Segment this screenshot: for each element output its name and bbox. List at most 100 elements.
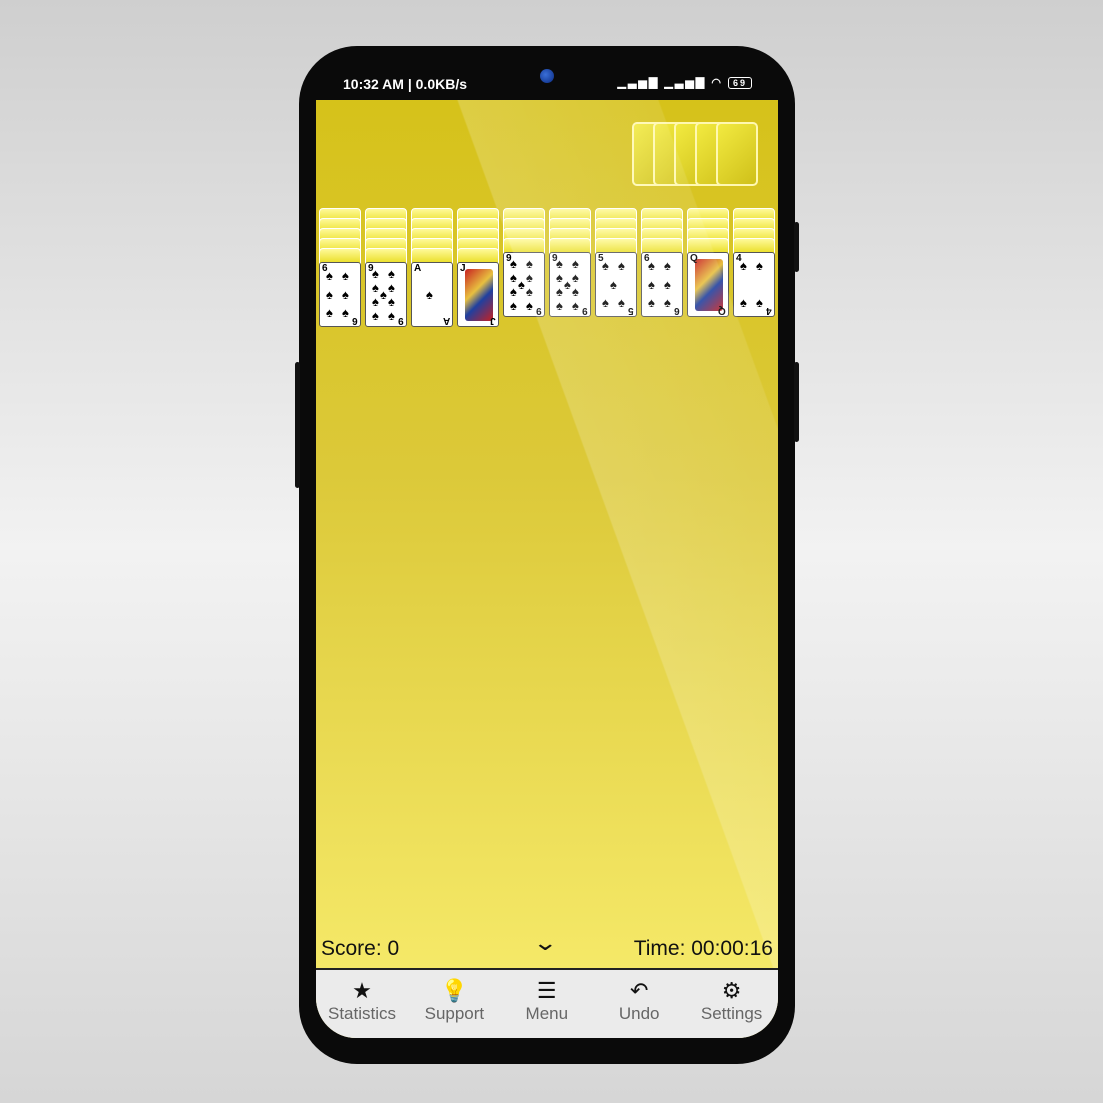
spade-pip: ♠	[510, 297, 517, 313]
spade-pip: ♠	[326, 286, 333, 302]
card-rank: 4	[736, 253, 742, 264]
stock-card[interactable]	[716, 122, 758, 186]
spade-pip: ♠	[342, 286, 349, 302]
nav-label: Support	[424, 1004, 485, 1023]
card-rank: Q	[718, 305, 726, 316]
spade-pip: ♠	[664, 257, 671, 273]
battery-icon: 69	[727, 77, 752, 89]
spade-pip: ♠	[664, 276, 671, 292]
card-rank: 6	[352, 315, 358, 326]
face-up-card[interactable]: ♠ ♠ ♠ ♠ ♠ ♠ 6 6	[641, 252, 683, 317]
face-up-card[interactable]: QQ	[687, 252, 729, 317]
nav-statistics-button[interactable]: ★ Statistics	[316, 978, 408, 1024]
spade-pip: ♠	[526, 256, 533, 272]
face-up-card[interactable]: ♠ ♠ ♠ ♠ ♠ ♠ 6 6	[319, 262, 361, 327]
card-rank: 9	[552, 253, 558, 264]
face-up-card[interactable]: JJ	[457, 262, 499, 327]
side-button	[794, 362, 799, 442]
card-rank: A	[442, 315, 450, 326]
undo-icon: ↶	[629, 978, 649, 1003]
card-rank: 9	[536, 305, 542, 316]
side-button	[794, 222, 799, 272]
star-icon: ★	[352, 978, 372, 1003]
face-up-card[interactable]: ♠ ♠ ♠ ♠ ♠ ♠ ♠ ♠ ♠ 9 9	[365, 262, 407, 327]
spade-pip: ♠	[388, 294, 395, 310]
signal-icon: ▁▃▅▇ ▁▃▅▇	[617, 77, 707, 89]
camera	[540, 69, 554, 83]
card-rank: 6	[674, 305, 680, 316]
card-rank: 4	[766, 305, 772, 316]
face-up-card[interactable]: ♠ A A	[411, 262, 453, 327]
spade-pip: ♠	[372, 280, 379, 296]
spade-pip: ♠	[556, 270, 563, 286]
spade-pip: ♠	[756, 257, 763, 273]
spade-pip: ♠	[326, 305, 333, 321]
spade-pip: ♠	[342, 305, 349, 321]
nav-undo-button[interactable]: ↶ Undo	[593, 978, 685, 1024]
spade-pip: ♠	[526, 297, 533, 313]
face-up-card[interactable]: ♠ ♠ ♠ ♠ ♠ 5 5	[595, 252, 637, 317]
game-board[interactable]: ♠ ♠ ♠ ♠ ♠ ♠ 6 6 ♠ ♠ ♠ ♠ ♠ ♠ ♠ ♠ ♠ 9 9 ♠ A A J J ♠ ♠ ♠ ♠ ♠ ♠ ♠ ♠ ♠ 9 9 ♠ ♠ ♠ ♠ ♠…	[316, 100, 778, 1038]
status-time: 10:32 AM | 0.0KB/s	[343, 76, 468, 92]
spade-pip: ♠	[602, 295, 609, 311]
card-rank: 9	[398, 315, 404, 326]
chevron-down-icon[interactable]: ⌄	[532, 930, 558, 956]
spade-pip: ♠	[740, 295, 747, 311]
nav-label: Settings	[700, 1004, 763, 1023]
card-rank: Q	[690, 253, 698, 264]
nav-support-button[interactable]: 💡 Support	[408, 978, 500, 1024]
spade-pip: ♠	[648, 276, 655, 292]
face-up-card[interactable]: ♠ ♠ ♠ ♠ 4 4	[733, 252, 775, 317]
spade-pip: ♠	[526, 270, 533, 286]
face-up-card[interactable]: ♠ ♠ ♠ ♠ ♠ ♠ ♠ ♠ ♠ 9 9	[503, 252, 545, 317]
spade-pip: ♠	[756, 295, 763, 311]
spade-pip: ♠	[572, 284, 579, 300]
spade-pip: ♠	[518, 276, 525, 292]
bottom-nav: ★ Statistics 💡 Support ☰ Menu ↶ Undo ⚙ Settings	[316, 968, 778, 1038]
nav-label: Undo	[618, 1004, 660, 1023]
card-rank: 9	[582, 305, 588, 316]
card-rank: 5	[598, 253, 604, 264]
spade-pip: ♠	[556, 297, 563, 313]
lightbulb-icon: 💡	[440, 978, 469, 1003]
spade-pip: ♠	[664, 295, 671, 311]
face-card-art	[695, 259, 723, 311]
spade-pip: ♠	[610, 276, 617, 292]
spade-pip: ♠	[510, 270, 517, 286]
card-rank: J	[460, 263, 466, 274]
side-button	[295, 362, 300, 488]
time-label: Time: 00:00:16	[633, 937, 773, 960]
score-label: Score: 0	[321, 937, 400, 960]
spade-pip: ♠	[572, 297, 579, 313]
spade-pip: ♠	[388, 280, 395, 296]
nav-settings-button[interactable]: ⚙ Settings	[686, 978, 778, 1024]
card-rank: J	[490, 315, 496, 326]
card-rank: 5	[628, 305, 634, 316]
card-rank: 9	[506, 253, 512, 264]
spade-pip: ♠	[388, 307, 395, 323]
nav-label: Menu	[525, 1004, 569, 1023]
card-rank: 9	[368, 263, 374, 274]
spade-pip: ♠	[556, 284, 563, 300]
menu-icon: ☰	[536, 978, 557, 1003]
spade-pip: ♠	[380, 286, 387, 302]
spade-pip: ♠	[564, 276, 571, 292]
wifi-icon: ◠	[711, 77, 723, 89]
spade-pip: ♠	[618, 295, 625, 311]
face-up-card[interactable]: ♠ ♠ ♠ ♠ ♠ ♠ ♠ ♠ ♠ 9 9	[549, 252, 591, 317]
spade-pip: ♠	[572, 270, 579, 286]
spade-pip: ♠	[388, 266, 395, 282]
nav-menu-button[interactable]: ☰ Menu	[501, 978, 593, 1024]
spade-pip: ♠	[426, 286, 433, 302]
spade-pip: ♠	[648, 295, 655, 311]
face-card-art	[465, 269, 493, 321]
spade-pip: ♠	[572, 256, 579, 272]
spade-pip: ♠	[372, 294, 379, 310]
spade-pip: ♠	[618, 257, 625, 273]
card-rank: 6	[644, 253, 650, 264]
gear-icon: ⚙	[721, 978, 742, 1003]
spade-pip: ♠	[526, 284, 533, 300]
card-rank: A	[414, 263, 422, 274]
spade-pip: ♠	[510, 284, 517, 300]
card-rank: 6	[322, 263, 328, 274]
